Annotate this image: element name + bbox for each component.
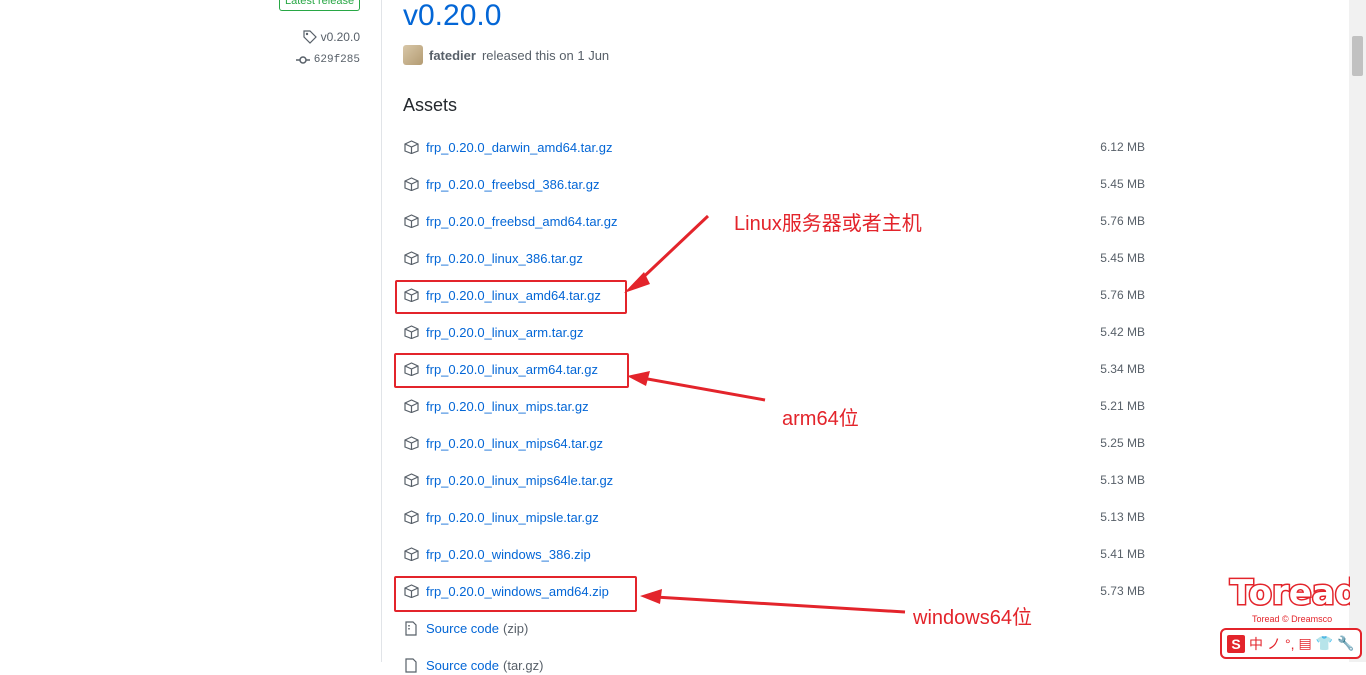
punctuation-toggle[interactable]: °, bbox=[1285, 636, 1295, 652]
arrow-arm64 bbox=[627, 371, 650, 386]
logo-text: Toread bbox=[1230, 573, 1350, 613]
ime-toolbar[interactable]: S 中 ノ °, ▤ 👕 🔧 bbox=[1220, 628, 1362, 659]
annotation-arrows bbox=[624, 214, 906, 614]
skin-icon[interactable]: 👕 bbox=[1316, 635, 1333, 652]
tools-icon[interactable]: 🔧 bbox=[1337, 635, 1354, 652]
vertical-scrollbar[interactable] bbox=[1349, 0, 1366, 662]
chinese-mode-toggle[interactable]: 中 bbox=[1249, 634, 1263, 654]
logo-subtitle: Toread © Dreamsco bbox=[1252, 614, 1333, 624]
arrow-windows64 bbox=[640, 589, 662, 604]
annotation-windows64: windows64位 bbox=[913, 607, 1032, 629]
sogou-s-icon[interactable]: S bbox=[1227, 634, 1245, 653]
toread-logo: Toread bbox=[1229, 572, 1351, 615]
moon-icon[interactable]: ノ bbox=[1267, 634, 1281, 654]
annotation-arm64: arm64位 bbox=[782, 408, 859, 430]
scrollbar-thumb[interactable] bbox=[1352, 36, 1363, 76]
keyboard-icon[interactable]: ▤ bbox=[1299, 635, 1312, 652]
annotation-linux: Linux服务器或者主机 bbox=[734, 213, 922, 235]
